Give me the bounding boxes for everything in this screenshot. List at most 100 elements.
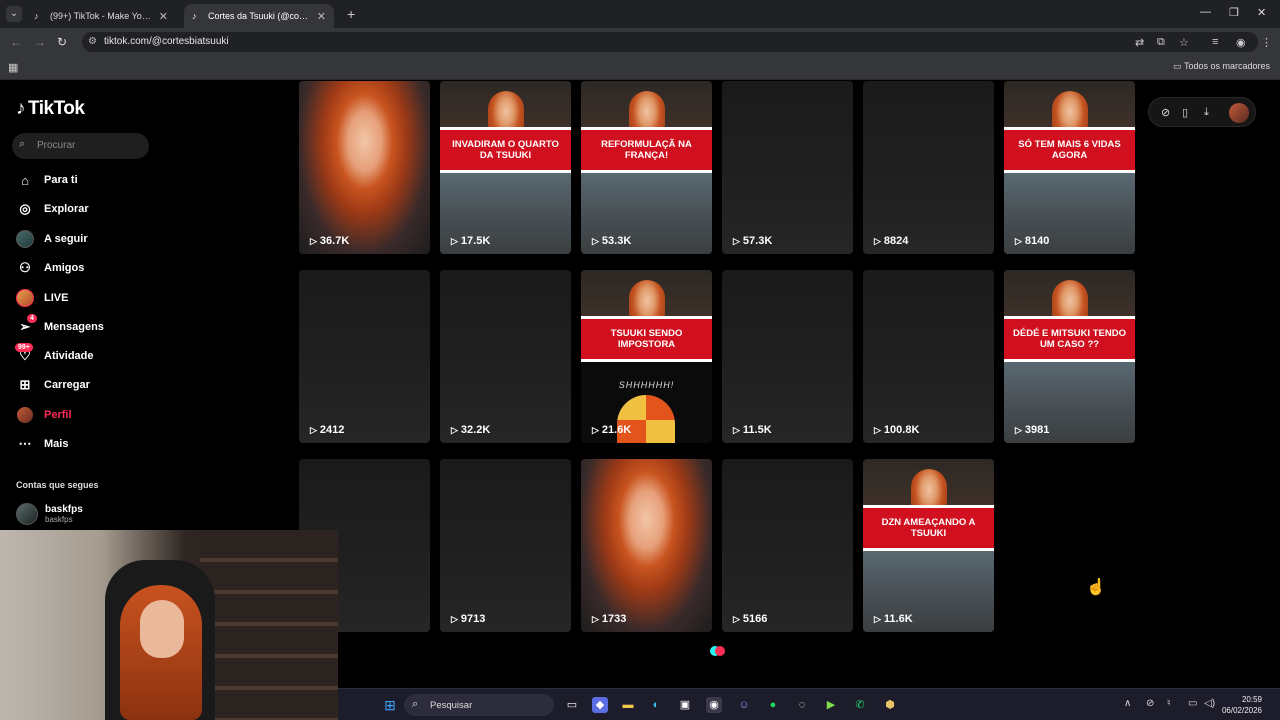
view-count-text: 11.5K bbox=[742, 424, 772, 436]
task-view-icon[interactable]: ▭ bbox=[564, 697, 580, 713]
all-bookmarks-folder[interactable]: ▭ Todos os marcadores bbox=[1173, 61, 1270, 72]
nav-live[interactable]: LIVE bbox=[16, 287, 68, 309]
media-controls-icon[interactable]: ≡ bbox=[1212, 36, 1218, 48]
play-icon: ▷ bbox=[592, 235, 599, 246]
view-count-text: 36.7K bbox=[319, 235, 350, 247]
activity-badge: 99+ bbox=[15, 343, 33, 352]
messages-icon: ➢ 4 bbox=[16, 314, 37, 336]
show-hidden-icons[interactable]: ∧ bbox=[1124, 698, 1131, 709]
whatsapp-icon[interactable]: ✆ bbox=[852, 697, 868, 713]
store-icon[interactable]: ▣ bbox=[677, 697, 693, 713]
view-count-text: 5166 bbox=[742, 613, 768, 625]
tiktok-logo[interactable]: ♪ TikTok bbox=[16, 98, 85, 120]
video-card[interactable]: DÉDÉ E MITSUKI TENDO UM CASO ?? ▷ 3981 bbox=[1004, 270, 1135, 443]
minimize-button[interactable]: — bbox=[1200, 6, 1211, 18]
nav-mensagens[interactable]: ➢ 4 Mensagens bbox=[16, 314, 104, 338]
nav-a-seguir[interactable]: A seguir bbox=[16, 228, 88, 250]
video-card[interactable]: ▷ 2412 bbox=[299, 270, 430, 443]
video-card[interactable]: ▷ 1733 bbox=[581, 459, 712, 632]
play-icon: ▷ bbox=[1015, 424, 1022, 435]
video-card[interactable]: DZN AMEAÇANDO A TSUUKI ▷ 11.6K bbox=[863, 459, 994, 632]
view-count: ▷ 11.6K bbox=[874, 613, 913, 625]
install-app-icon[interactable]: ⧉ bbox=[1157, 36, 1165, 49]
bookmark-star-icon[interactable]: ☆ bbox=[1179, 36, 1189, 49]
nav-amigos[interactable]: ⚇ Amigos bbox=[16, 257, 84, 279]
tab-title: (99+) TikTok - Make Your Day bbox=[50, 11, 153, 21]
system-clock[interactable]: 20:59 06/02/2026 bbox=[1222, 694, 1262, 716]
address-bar[interactable]: ⚙ tiktok.com/@cortesbiatsuuki bbox=[82, 32, 1258, 52]
chrome-icon[interactable]: ◉ bbox=[706, 697, 722, 713]
video-card[interactable]: ▷ 9713 bbox=[440, 459, 571, 632]
device-icon[interactable]: ▯ bbox=[1182, 106, 1188, 119]
forward-arrow-icon[interactable]: → bbox=[34, 35, 46, 49]
nav-para-ti[interactable]: ⌂ Para ti bbox=[16, 169, 78, 191]
video-card[interactable]: ▷ 36.7K bbox=[299, 81, 430, 254]
close-tab-icon[interactable]: ✕ bbox=[159, 10, 168, 23]
more-icon: ⋯ bbox=[18, 436, 32, 451]
restore-button[interactable]: ❐ bbox=[1229, 6, 1239, 19]
app-shield-icon[interactable]: ⬢ bbox=[882, 697, 898, 713]
search-input[interactable]: ⌕ Procurar bbox=[12, 133, 149, 159]
view-count: ▷ 9713 bbox=[451, 613, 485, 625]
following-account-baskfps[interactable]: baskfps baskfps bbox=[16, 503, 83, 525]
tab-cortes-tsuuki[interactable]: ♪ Cortes da Tsuuki (@cortesbiatsuuki) ✕ bbox=[184, 4, 334, 28]
profile-icon[interactable]: ◉ bbox=[1236, 36, 1246, 49]
nav-carregar[interactable]: ⊞ Carregar bbox=[16, 374, 90, 396]
tab-tiktok-home[interactable]: ♪ (99+) TikTok - Make Your Day ✕ bbox=[26, 4, 176, 28]
play-icon: ▷ bbox=[592, 424, 599, 435]
translate-icon[interactable]: ⇄ bbox=[1135, 36, 1144, 49]
microphone-icon[interactable]: ♮ bbox=[1167, 698, 1171, 709]
video-card[interactable]: ▷ 8824 bbox=[863, 81, 994, 254]
video-card[interactable]: ▷ 100.8K bbox=[863, 270, 994, 443]
site-info-icon[interactable]: ⚙ bbox=[88, 36, 97, 47]
file-explorer-icon[interactable]: ▬ bbox=[620, 697, 636, 713]
volume-icon[interactable]: ◁) bbox=[1204, 698, 1215, 709]
tiktok-note-icon: ♪ bbox=[16, 98, 26, 119]
download-icon[interactable]: ⤓ bbox=[1204, 106, 1209, 119]
video-card[interactable]: SÓ TEM MAIS 6 VIDAS AGORA ▷ 8140 bbox=[1004, 81, 1135, 254]
apps-grid-icon[interactable]: ▦ bbox=[8, 61, 18, 74]
widgets-icon[interactable]: ◆ bbox=[592, 697, 608, 713]
compass-icon[interactable]: ⊘ bbox=[1161, 106, 1170, 119]
view-count-text: 32.2K bbox=[460, 424, 491, 436]
tab-search-button[interactable]: ⌄ bbox=[6, 6, 22, 22]
view-count-text: 53.3K bbox=[601, 235, 632, 247]
spotify-icon[interactable]: ● bbox=[765, 697, 781, 713]
browser-menu-icon[interactable]: ⋮ bbox=[1261, 36, 1272, 49]
notifications-muted-icon[interactable]: ⊘ bbox=[1146, 698, 1154, 709]
thumbnail-caption: SHHHHHH! bbox=[618, 380, 675, 390]
nav-explorar[interactable]: ◎ Explorar bbox=[16, 198, 89, 220]
avatar[interactable] bbox=[1229, 103, 1249, 123]
bookmarks-bar: ▦ ▭ Todos os marcadores bbox=[0, 56, 1280, 80]
close-tab-icon[interactable]: ✕ bbox=[317, 10, 326, 23]
play-icon: ▷ bbox=[733, 613, 740, 624]
discord-icon[interactable]: ☺ bbox=[736, 697, 752, 713]
video-card[interactable]: ▷ 11.5K bbox=[722, 270, 853, 443]
nav-atividade[interactable]: ♡ 99+ Atividade bbox=[15, 343, 94, 367]
video-card[interactable]: ▷ 32.2K bbox=[440, 270, 571, 443]
windows-start-icon[interactable]: ⊞ bbox=[382, 697, 398, 713]
back-arrow-icon[interactable]: ← bbox=[10, 35, 22, 49]
reload-icon[interactable]: ↻ bbox=[57, 35, 67, 49]
account-name: baskfps bbox=[45, 504, 83, 515]
nav-mais[interactable]: ⋯ Mais bbox=[16, 433, 69, 455]
obs-icon[interactable]: ◌ bbox=[794, 697, 810, 713]
view-count-text: 1733 bbox=[601, 613, 627, 625]
new-tab-button[interactable]: + bbox=[347, 6, 355, 22]
terminal-icon[interactable]: ▶ bbox=[823, 697, 839, 713]
display-icon[interactable]: ▭ bbox=[1188, 698, 1197, 709]
video-card[interactable]: SHHHHHH! TSUUKI SENDO IMPOSTORA ▷ 21.6K bbox=[581, 270, 712, 443]
nav-label: Explorar bbox=[44, 203, 89, 215]
video-card[interactable]: ▷ 57.3K bbox=[722, 81, 853, 254]
edge-icon[interactable]: ◐ bbox=[648, 697, 664, 713]
video-card[interactable]: ▷ 5166 bbox=[722, 459, 853, 632]
view-count-text: 9713 bbox=[460, 613, 486, 625]
video-card[interactable]: INVADIRAM O QUARTO DA TSUUKI ▷ 17.5K bbox=[440, 81, 571, 254]
video-card[interactable]: REFORMULAÇÃ NA FRANÇA! ▷ 53.3K bbox=[581, 81, 712, 254]
video-thumbnail bbox=[299, 81, 430, 254]
play-icon: ▷ bbox=[592, 613, 599, 624]
nav-perfil[interactable]: Perfil bbox=[16, 404, 72, 426]
nav-label: Perfil bbox=[44, 409, 72, 421]
taskbar-search[interactable]: ⌕ Pesquisar bbox=[404, 694, 554, 716]
close-window-button[interactable]: ✕ bbox=[1257, 6, 1266, 19]
